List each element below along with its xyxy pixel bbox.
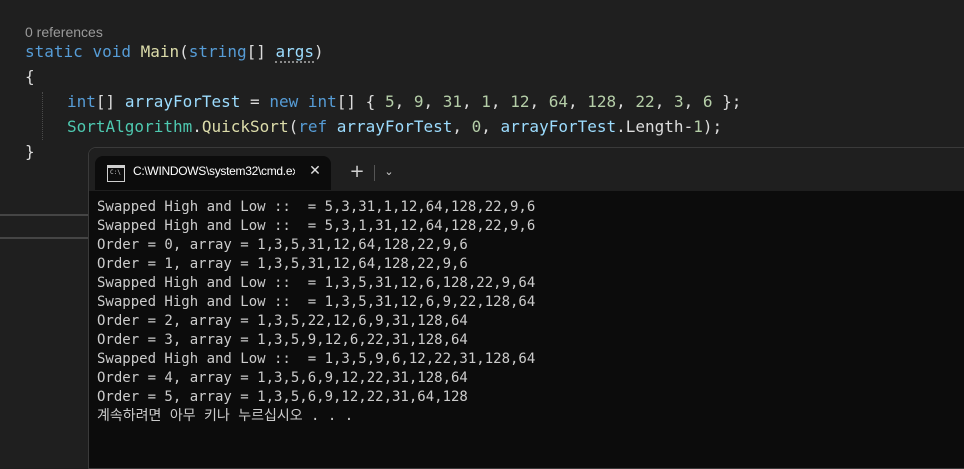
method-name-main[interactable]: Main	[141, 42, 180, 61]
code-line-close-brace: }	[25, 142, 35, 161]
cmd-icon: C:\	[107, 165, 125, 182]
terminal-line: Swapped High and Low :: = 1,3,5,31,12,6,…	[97, 294, 536, 310]
array-value: 1	[481, 92, 491, 111]
chevron-down-icon[interactable]: ⌄	[379, 162, 399, 182]
terminal-line: Swapped High and Low :: = 5,3,1,31,12,64…	[97, 218, 536, 234]
terminal-line: Order = 0, array = 1,3,5,31,12,64,128,22…	[97, 237, 468, 253]
array-value: 22	[635, 92, 655, 111]
terminal-line: Swapped High and Low :: = 1,3,5,31,12,6,…	[97, 275, 536, 291]
array-value: 5	[384, 92, 395, 111]
class-sortalgorithm[interactable]: SortAlgorithm	[67, 117, 192, 136]
panel-divider	[0, 237, 90, 239]
terminal-line: Order = 5, array = 1,3,5,6,9,12,22,31,64…	[97, 389, 468, 405]
array-value: 128	[587, 92, 617, 111]
codelens-references[interactable]: 0 references	[25, 24, 103, 40]
method-quicksort[interactable]: QuickSort	[202, 117, 289, 136]
terminal-line: Order = 4, array = 1,3,5,6,9,12,22,31,12…	[97, 370, 468, 386]
terminal-output[interactable]: Swapped High and Low :: = 5,3,31,1,12,64…	[97, 198, 964, 426]
terminal-line: Order = 3, array = 1,3,5,9,12,6,22,31,12…	[97, 332, 468, 348]
param-args[interactable]: args	[275, 42, 315, 63]
indent-guide	[42, 92, 44, 140]
tab-separator	[374, 165, 375, 181]
new-tab-button[interactable]: +	[347, 162, 367, 182]
terminal-line: Swapped High and Low :: = 5,3,31,1,12,64…	[97, 199, 536, 215]
terminal-line: Order = 2, array = 1,3,5,22,12,6,9,31,12…	[97, 313, 468, 329]
code-line-open-brace: {	[25, 67, 35, 86]
tab-title: C:\WINDOWS\system32\cmd.exe	[133, 164, 295, 178]
array-value: 12	[510, 92, 530, 111]
terminal-line: 계속하려면 아무 키나 누르십시오 . . .	[97, 408, 354, 424]
array-value: 31	[442, 92, 463, 111]
array-value: 3	[673, 92, 684, 111]
array-value: 64	[548, 92, 568, 111]
array-literal-values: 5, 9, 31, 1, 12, 64, 128, 22, 3, 6	[384, 92, 713, 111]
code-line-array-decl: int[] arrayForTest = new int[] { 5, 9, 3…	[67, 92, 742, 111]
terminal-tab-bar: C:\ C:\WINDOWS\system32\cmd.exe ✕ + ⌄	[89, 148, 964, 191]
terminal-line: Order = 1, array = 1,3,5,31,12,64,128,22…	[97, 256, 468, 272]
var-arrayForTest[interactable]: arrayForTest	[125, 92, 241, 111]
array-value: 6	[702, 92, 713, 111]
close-icon[interactable]: ✕	[305, 161, 325, 181]
terminal-tab[interactable]: C:\ C:\WINDOWS\system32\cmd.exe ✕	[95, 156, 331, 190]
panel-divider	[0, 214, 90, 216]
code-line-signature: static void Main(string[] args)	[25, 42, 324, 63]
code-line-quicksort-call: SortAlgorithm.QuickSort(ref arrayForTest…	[67, 117, 723, 136]
terminal-line: Swapped High and Low :: = 1,3,5,9,6,12,2…	[97, 351, 536, 367]
terminal-window[interactable]: C:\ C:\WINDOWS\system32\cmd.exe ✕ + ⌄ Sw…	[88, 147, 964, 469]
